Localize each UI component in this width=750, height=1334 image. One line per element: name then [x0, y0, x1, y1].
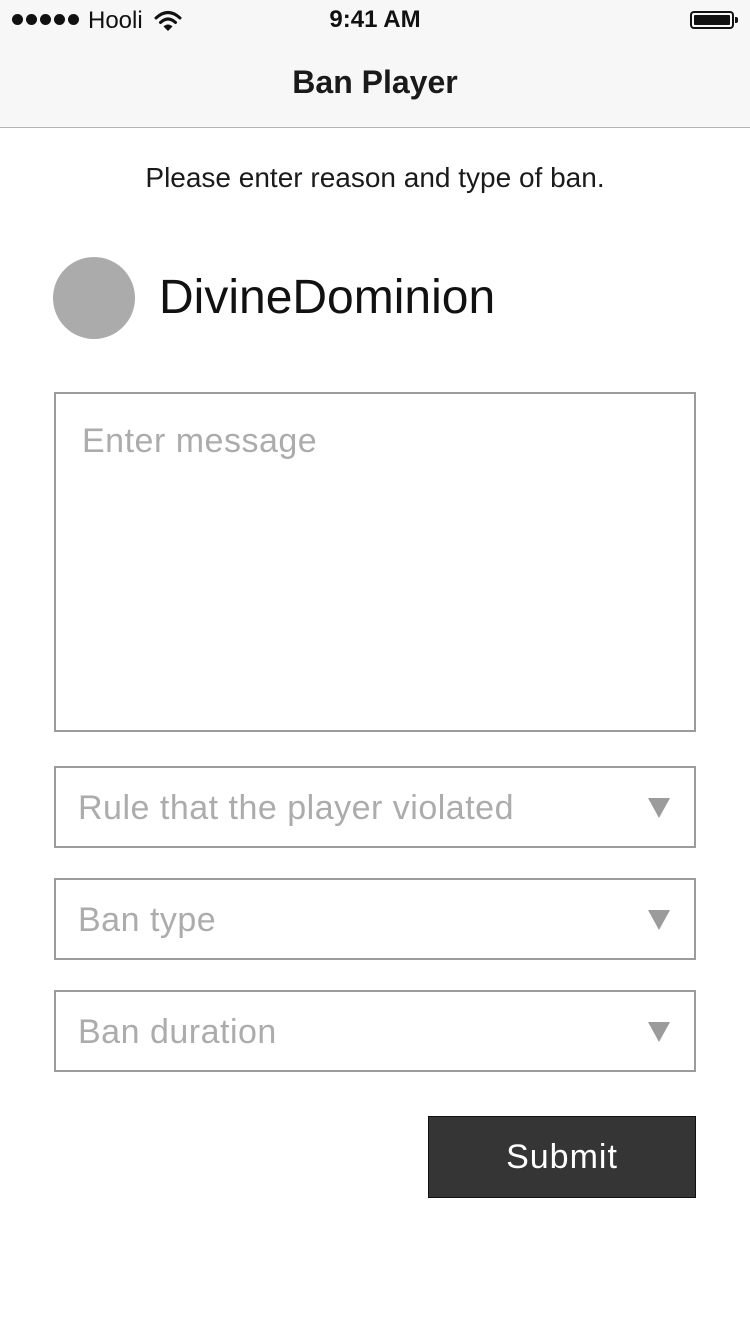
ban-duration-placeholder: Ban duration: [78, 1013, 277, 1051]
battery-fill: [694, 15, 730, 25]
submit-button[interactable]: Submit: [428, 1116, 696, 1198]
message-input[interactable]: [54, 392, 696, 732]
player-name: DivineDominion: [159, 271, 496, 324]
navigation-bar: Ban Player: [0, 40, 750, 128]
status-bar: Hooli 9:41 AM: [0, 0, 750, 40]
rule-violated-dropdown[interactable]: Rule that the player violated: [54, 766, 696, 848]
ban-type-placeholder: Ban type: [78, 901, 217, 939]
rule-violated-placeholder: Rule that the player violated: [78, 789, 514, 827]
battery-icon: [690, 11, 738, 29]
dropdown-triangle-icon: [648, 910, 670, 930]
status-time: 9:41 AM: [329, 6, 421, 33]
avatar: [53, 257, 135, 339]
dropdown-triangle-icon: [648, 1022, 670, 1042]
instructions-text: Please enter reason and type of ban.: [145, 162, 605, 193]
ban-type-dropdown[interactable]: Ban type: [54, 878, 696, 960]
dropdown-triangle-icon: [648, 798, 670, 818]
ban-duration-dropdown[interactable]: Ban duration: [54, 990, 696, 1072]
battery-cap: [735, 17, 738, 23]
page-title: Ban Player: [292, 64, 458, 100]
